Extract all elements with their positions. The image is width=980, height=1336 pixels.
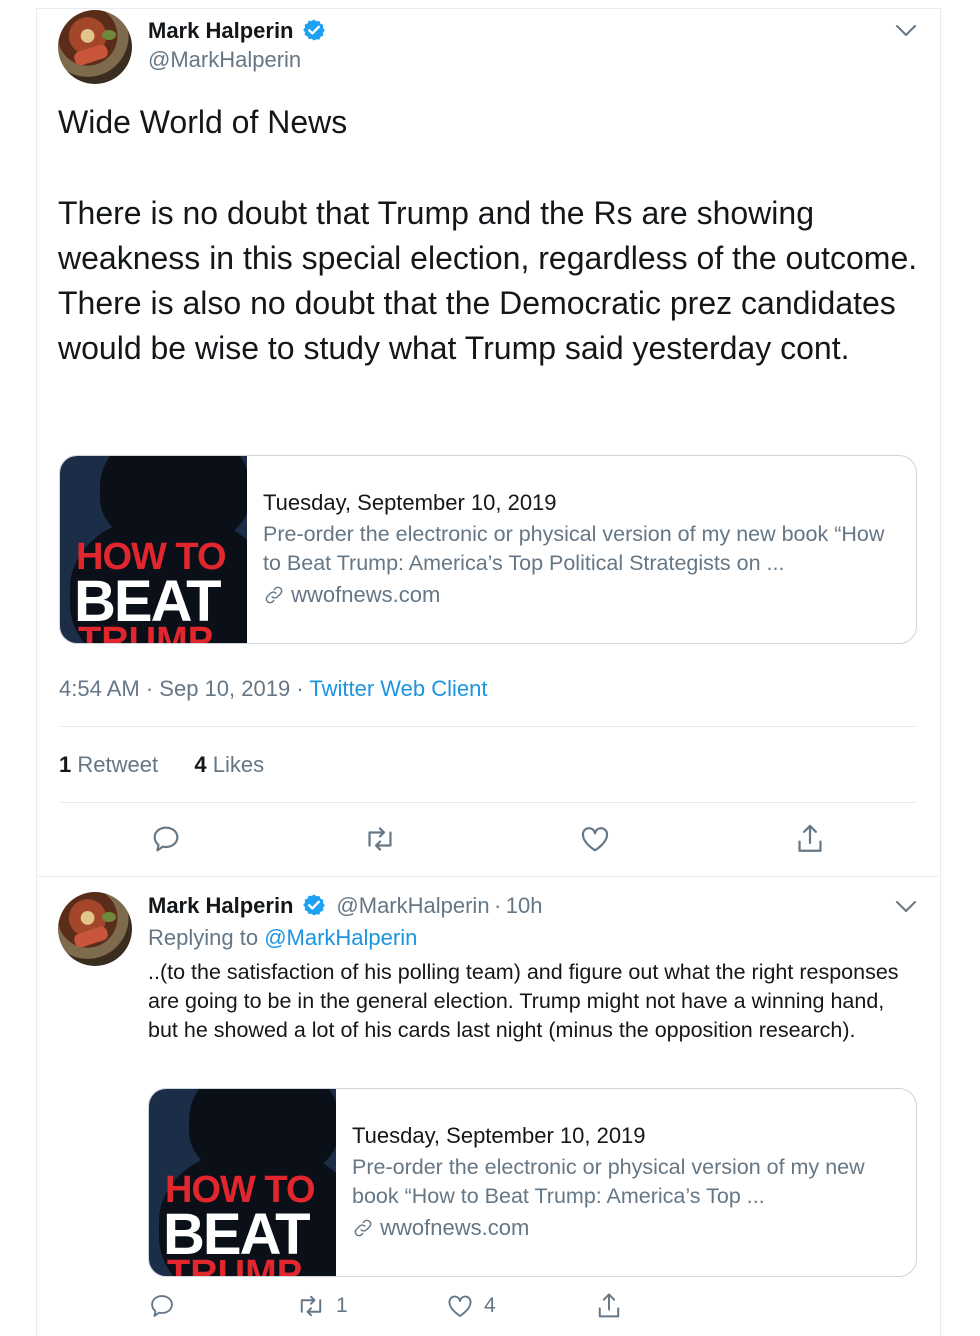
heart-icon xyxy=(581,827,609,852)
tweet-text: There is no doubt that Trump and the Rs … xyxy=(58,195,918,366)
heart-icon xyxy=(448,1295,472,1317)
retweet-count: 1 xyxy=(59,752,72,777)
tweet-client[interactable]: Twitter Web Client xyxy=(309,676,487,701)
reply-icon xyxy=(153,826,179,852)
avatar[interactable] xyxy=(58,892,132,966)
chevron-down-icon[interactable] xyxy=(895,900,917,914)
card-domain-row: wwofnews.com xyxy=(263,582,440,608)
card-image-text-bottom: TRUMP xyxy=(78,620,214,643)
like-button[interactable] xyxy=(579,823,611,855)
retweet-icon xyxy=(368,827,392,851)
tweet-age[interactable]: 10h xyxy=(506,893,543,918)
link-card[interactable]: HOW TO BEAT TRUMP Tuesday, September 10,… xyxy=(59,455,917,644)
divider xyxy=(59,802,916,803)
replying-to: Replying to @MarkHalperin xyxy=(148,925,417,951)
card-domain-row: wwofnews.com xyxy=(352,1215,529,1241)
like-label: Likes xyxy=(212,752,265,777)
retweet-button[interactable] xyxy=(363,823,397,855)
reply-button[interactable] xyxy=(150,823,182,855)
link-icon xyxy=(354,1219,372,1237)
reply-header: Mark Halperin @MarkHalperin · 10h xyxy=(148,893,543,919)
replying-handle-link[interactable]: @MarkHalperin xyxy=(264,925,417,950)
retweet-stat[interactable]: 1 Retweet xyxy=(59,752,164,777)
tweet-separator xyxy=(37,876,939,877)
reply-icon xyxy=(151,1295,173,1317)
author-name[interactable]: Mark Halperin xyxy=(148,893,294,918)
link-icon xyxy=(265,586,283,604)
card-image-text-bottom: TRUMP xyxy=(167,1253,303,1276)
card-description: Pre-order the electronic or physical ver… xyxy=(263,522,885,575)
card-image: HOW TO BEAT TRUMP xyxy=(149,1089,336,1276)
card-domain: wwofnews.com xyxy=(380,1215,530,1240)
meta-separator: · xyxy=(296,676,304,701)
avatar[interactable] xyxy=(58,10,132,84)
author-name[interactable]: Mark Halperin xyxy=(148,18,294,43)
like-button[interactable]: 4 xyxy=(446,1292,496,1320)
tweet-title: Wide World of News xyxy=(58,104,348,140)
share-icon xyxy=(798,824,822,852)
retweet-count: 1 xyxy=(336,1294,348,1317)
divider xyxy=(59,726,916,727)
share-button[interactable] xyxy=(595,1291,623,1321)
card-description: Pre-order the electronic or physical ver… xyxy=(352,1155,865,1208)
share-button[interactable] xyxy=(794,822,826,856)
author-name-row[interactable]: Mark Halperin xyxy=(148,18,326,44)
chevron-down-icon[interactable] xyxy=(895,24,917,38)
verified-badge-icon xyxy=(303,894,325,916)
link-card[interactable]: HOW TO BEAT TRUMP Tuesday, September 10,… xyxy=(148,1088,917,1277)
tweet-stats: 1 Retweet 4 Likes xyxy=(59,752,264,778)
like-count: 4 xyxy=(484,1294,496,1317)
meta-separator: · xyxy=(145,676,154,701)
header-separator: · xyxy=(494,893,502,918)
tweet-metadata: 4:54 AM · Sep 10, 2019 · Twitter Web Cli… xyxy=(59,676,487,702)
card-domain: wwofnews.com xyxy=(291,582,441,607)
tweet-date[interactable]: Sep 10, 2019 xyxy=(159,676,290,701)
tweet-time[interactable]: 4:54 AM xyxy=(59,676,140,701)
author-handle[interactable]: @MarkHalperin xyxy=(148,47,301,73)
retweet-label: Retweet xyxy=(77,752,159,777)
reply-text: ..(to the satisfaction of his polling te… xyxy=(148,960,899,1042)
retweet-button[interactable]: 1 xyxy=(296,1292,348,1320)
card-image: HOW TO BEAT TRUMP xyxy=(60,456,247,643)
like-count: 4 xyxy=(194,752,207,777)
reply-button[interactable] xyxy=(148,1292,176,1320)
card-title: Tuesday, September 10, 2019 xyxy=(263,490,557,515)
card-title: Tuesday, September 10, 2019 xyxy=(352,1123,646,1148)
retweet-icon xyxy=(300,1295,322,1317)
like-stat[interactable]: 4 Likes xyxy=(194,752,264,777)
verified-badge-icon xyxy=(303,19,325,41)
author-handle[interactable]: @MarkHalperin xyxy=(336,893,489,918)
replying-prefix: Replying to xyxy=(148,925,259,950)
share-icon xyxy=(598,1293,620,1318)
